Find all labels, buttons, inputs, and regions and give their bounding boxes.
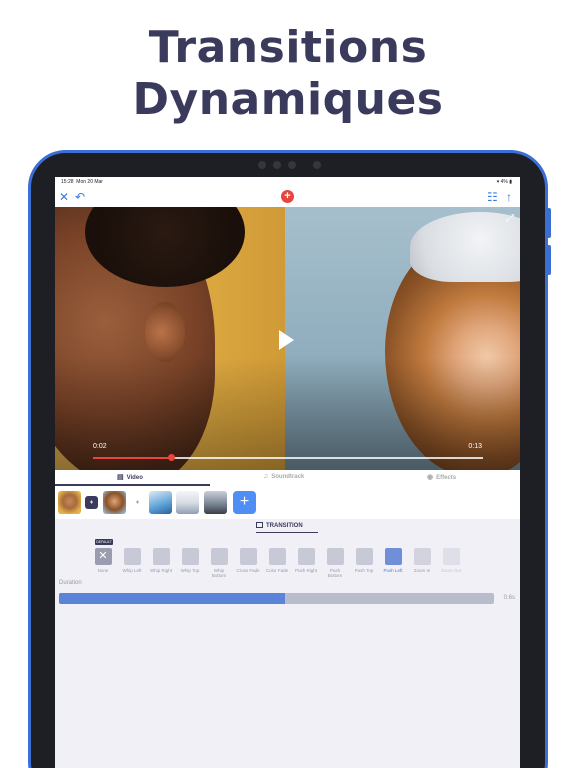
transition-option-none[interactable]: ✕ None [91, 548, 115, 573]
transition-preview-icon [413, 548, 431, 565]
clip-thumbnail[interactable] [149, 491, 172, 514]
transition-option-cross-fade[interactable]: Cross Fade [236, 548, 260, 573]
transition-option-push-left[interactable]: Push Left [381, 548, 405, 573]
add-media-button[interactable]: + [281, 190, 294, 203]
tab-soundtrack-label: Soundtrack [271, 474, 305, 480]
scrubber-knob[interactable] [168, 454, 175, 461]
camera-lens [288, 161, 296, 169]
transition-title-text: TRANSITION [266, 523, 303, 529]
tab-soundtrack[interactable]: ♫ Soundtrack [263, 473, 304, 480]
transition-option-whip-right[interactable]: Whip Right [149, 548, 173, 573]
play-icon[interactable] [279, 330, 294, 350]
volume-button [547, 208, 551, 238]
video-shade [55, 357, 520, 470]
transition-preview-icon [297, 548, 315, 565]
transition-option-push-bottom[interactable]: Push Bottom [323, 548, 347, 578]
transition-preview-icon [181, 548, 199, 565]
transition-chip-selected[interactable]: ⧧ [85, 496, 98, 509]
transition-option-label: Whip Right [149, 568, 172, 573]
scrubber-progress [93, 457, 171, 459]
transition-title-underline [256, 532, 318, 533]
volume-button [547, 245, 551, 275]
sensor-dot [273, 161, 281, 169]
clip-thumbnail[interactable] [103, 491, 126, 514]
tab-effects-label: Effects [436, 475, 457, 481]
transition-option-push-top[interactable]: Push Top [352, 548, 376, 573]
transition-option-label: Color Fade [265, 568, 289, 573]
transition-preview-icon [123, 548, 141, 565]
adjust-icon[interactable]: ☷ [487, 190, 498, 204]
tab-video-label: Video [126, 475, 143, 481]
transition-panel-title: TRANSITION [256, 522, 303, 529]
transition-option-label: Whip Top [180, 568, 200, 573]
transition-preview-icon [326, 548, 344, 565]
add-clip-button[interactable]: + [233, 491, 256, 514]
clip-thumbnail[interactable] [204, 491, 227, 514]
transition-option-whip-bottom[interactable]: Whip Bottom [207, 548, 231, 578]
status-bar: 15:28 Mon 20 Mar ▾ 4% ▮ [55, 177, 520, 187]
transition-option-zoom-out[interactable]: Zoom Out [439, 548, 463, 573]
tab-effects[interactable]: ◉ Effects [427, 473, 456, 481]
duration-label: Duration [59, 580, 82, 586]
duration-slider-fill [59, 593, 286, 604]
transition-icon [256, 522, 263, 528]
close-icon[interactable]: ✕ [59, 190, 69, 204]
tab-video[interactable]: ▤ Video [117, 473, 143, 481]
headline-line-1: Transitions [148, 22, 428, 73]
transition-option-label: Zoom Out [440, 568, 461, 573]
transition-option-label: Whip Bottom [211, 568, 227, 578]
music-icon: ♫ [263, 473, 269, 480]
total-time: 0:13 [468, 443, 482, 450]
current-time: 0:02 [93, 443, 107, 450]
transition-option-label: Cross Fade [236, 568, 260, 573]
status-time: 15:28 [61, 179, 74, 185]
transition-option-label: Push Left [383, 568, 403, 573]
transition-preview-icon [268, 548, 286, 565]
transition-option-label: Push Top [354, 568, 374, 573]
transition-chip[interactable]: ⧧ [131, 496, 144, 509]
sensor-dot [258, 161, 266, 169]
headline-line-2: Dynamiques [132, 74, 444, 125]
transition-option-label: Zoom In [413, 568, 431, 573]
transition-option-color-fade[interactable]: Color Fade [265, 548, 289, 573]
transition-preview-icon [355, 548, 373, 565]
transition-preview-icon [239, 548, 257, 565]
expand-icon[interactable]: ⤢ [506, 213, 514, 224]
transition-preview-icon [442, 548, 460, 565]
none-icon: ✕ [94, 548, 112, 565]
transition-option-label: None [97, 568, 109, 573]
clip-timeline: ⧧ ⧧ + [55, 486, 520, 519]
top-toolbar: ✕ ↶ + ☷ ↑ [55, 187, 520, 207]
status-date: Mon 20 Mar [76, 179, 103, 185]
duration-value: 0.6s [503, 595, 515, 601]
transition-option-label: Push Bottom [327, 568, 343, 578]
undo-icon[interactable]: ↶ [75, 190, 85, 204]
transition-option-whip-left[interactable]: Whip Left [120, 548, 144, 573]
transition-preview-icon [152, 548, 170, 565]
effects-icon: ◉ [427, 474, 434, 481]
transition-option-zoom-in[interactable]: Zoom In [410, 548, 434, 573]
portrait-ear [145, 302, 185, 362]
share-icon[interactable]: ↑ [506, 190, 512, 204]
app-screen: 15:28 Mon 20 Mar ▾ 4% ▮ ✕ ↶ + ☷ ↑ ⤢ 0:02… [55, 177, 520, 768]
transition-option-whip-top[interactable]: Whip Top [178, 548, 202, 573]
transition-option-label: Push Right [294, 568, 317, 573]
default-badge: DEFAULT [95, 539, 113, 545]
status-left: 15:28 Mon 20 Mar [61, 179, 103, 185]
film-icon: ▤ [117, 474, 124, 481]
video-preview[interactable]: ⤢ 0:02 0:13 [55, 207, 520, 470]
headline: Transitions Dynamiques [0, 22, 576, 126]
transition-option-push-right[interactable]: Push Right [294, 548, 318, 573]
status-right: ▾ 4% ▮ [496, 179, 512, 185]
transition-option-label: Whip Left [122, 568, 142, 573]
sensor-dot [313, 161, 321, 169]
transition-preview-icon [210, 548, 228, 565]
transition-preview-icon [384, 548, 402, 565]
clip-thumbnail[interactable] [58, 491, 81, 514]
clip-thumbnail[interactable] [176, 491, 199, 514]
